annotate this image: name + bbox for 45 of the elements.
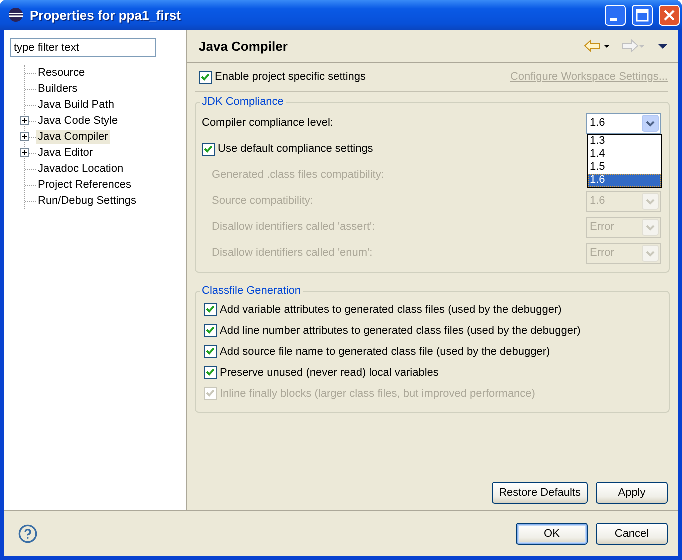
help-icon[interactable] bbox=[18, 524, 38, 544]
tree-item[interactable]: Resource bbox=[36, 66, 88, 80]
page-button[interactable]: Restore Defaults bbox=[492, 482, 588, 504]
tree-item[interactable]: Run/Debug Settings bbox=[36, 194, 138, 208]
field-label: Generated .class files compatibility: bbox=[212, 169, 384, 181]
tree-item[interactable]: Java Code Style bbox=[36, 114, 120, 128]
field-label: Disallow identifiers called 'enum': bbox=[212, 247, 373, 259]
checkbox-label: Use default compliance settings bbox=[218, 143, 374, 155]
tree-item[interactable]: Builders bbox=[36, 82, 80, 96]
window-title: Properties for ppa1_first bbox=[30, 8, 182, 22]
maximize-button[interactable] bbox=[632, 4, 653, 26]
expand-icon[interactable] bbox=[20, 132, 29, 141]
checkbox[interactable] bbox=[204, 345, 217, 358]
checkbox[interactable] bbox=[204, 303, 217, 316]
checkbox[interactable] bbox=[204, 366, 217, 379]
expand-icon[interactable] bbox=[20, 116, 29, 125]
filter-field[interactable]: type filter text bbox=[10, 38, 156, 57]
dialog-button[interactable]: OK bbox=[516, 522, 588, 544]
checkbox[interactable] bbox=[199, 70, 212, 84]
field-label: Compiler compliance level: bbox=[202, 117, 334, 129]
tree-item[interactable]: Java Compiler bbox=[36, 130, 110, 144]
checkbox-label: Preserve unused (never read) local variables bbox=[220, 366, 439, 378]
page-title: Java Compiler bbox=[199, 38, 289, 54]
group-title: JDK Compliance bbox=[201, 96, 285, 108]
dropdown-option[interactable]: 1.6 bbox=[588, 174, 661, 186]
checkbox-label: Enable project specific settings bbox=[215, 71, 366, 83]
field-label: Disallow identifiers called 'assert': bbox=[212, 221, 376, 233]
checkbox-label: Add source file name to generated class file (used by the debugger) bbox=[220, 346, 550, 358]
field-label: Source compatibility: bbox=[212, 195, 314, 207]
minimize-button[interactable] bbox=[605, 4, 626, 26]
tree-item[interactable]: Project References bbox=[36, 178, 134, 192]
tree-item[interactable]: Javadoc Location bbox=[36, 162, 126, 176]
checkbox[interactable] bbox=[202, 142, 215, 156]
tree-item[interactable]: Java Editor bbox=[36, 146, 96, 160]
checkbox-label: Add line number attributes to generated class files (used by the debugger) bbox=[220, 324, 581, 336]
checkbox-label: Add variable attributes to generated class files (used by the debugger) bbox=[220, 304, 562, 316]
tree-item[interactable]: Java Build Path bbox=[36, 98, 116, 112]
page-button[interactable]: Apply bbox=[596, 482, 668, 504]
close-button[interactable] bbox=[659, 4, 680, 26]
checkbox-label: Inline finally blocks (larger class files, but improved performance) bbox=[220, 388, 536, 400]
checkbox[interactable] bbox=[204, 324, 217, 337]
expand-icon[interactable] bbox=[20, 148, 29, 157]
app-logo-icon bbox=[8, 7, 24, 23]
group-title: Classfile Generation bbox=[201, 285, 302, 297]
dialog-button[interactable]: Cancel bbox=[596, 522, 668, 544]
